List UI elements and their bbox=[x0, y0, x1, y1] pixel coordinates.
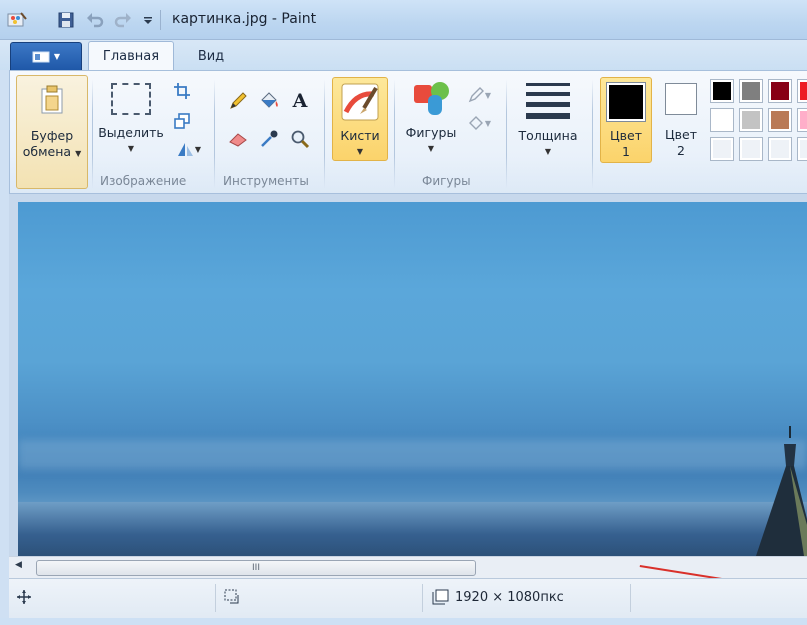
palette-color-swatch[interactable] bbox=[739, 137, 763, 161]
shapes-button[interactable]: Фигуры ▼ bbox=[400, 79, 462, 163]
scroll-left-icon[interactable]: ◀ bbox=[15, 560, 22, 570]
color1-swatch bbox=[606, 82, 646, 122]
image-group-label: Изображение bbox=[100, 174, 187, 188]
fill-shape-button[interactable]: ▼ bbox=[462, 111, 496, 135]
shapes-group-label: Фигуры bbox=[422, 174, 471, 188]
paint-menu-icon bbox=[32, 51, 50, 62]
cursor-position-icon bbox=[16, 589, 32, 608]
color2-button[interactable]: Цвет 2 bbox=[658, 79, 704, 163]
palette-color-swatch[interactable] bbox=[797, 137, 807, 161]
size-button[interactable]: Толщина ▼ bbox=[512, 79, 584, 163]
palette-color-swatch[interactable] bbox=[768, 108, 792, 132]
fill-icon[interactable] bbox=[257, 89, 281, 113]
group-separator bbox=[506, 79, 507, 189]
palette-color-swatch[interactable] bbox=[797, 108, 807, 132]
church-spire bbox=[756, 426, 807, 556]
chevron-down-icon: ▼ bbox=[484, 118, 492, 128]
palette-color-swatch[interactable] bbox=[739, 79, 763, 103]
crop-icon[interactable] bbox=[170, 79, 194, 103]
save-icon[interactable] bbox=[55, 9, 77, 31]
selection-size-icon bbox=[224, 589, 242, 608]
color-picker-icon[interactable] bbox=[257, 127, 281, 151]
title-separator bbox=[160, 10, 161, 30]
palette-color-swatch[interactable] bbox=[768, 137, 792, 161]
brushes-button[interactable]: Кисти ▼ bbox=[332, 77, 388, 161]
chevron-down-icon: ▼ bbox=[75, 149, 82, 158]
palette-color-swatch[interactable] bbox=[710, 108, 734, 132]
shapes-icon bbox=[414, 82, 449, 115]
outline-icon bbox=[468, 87, 484, 103]
size-icon bbox=[526, 81, 570, 119]
text-icon[interactable]: A bbox=[288, 89, 312, 113]
color2-label-line1: Цвет bbox=[664, 127, 698, 142]
chevron-down-icon: ▼ bbox=[356, 147, 364, 156]
chevron-down-icon: ▼ bbox=[127, 144, 135, 153]
shapes-label: Фигуры bbox=[405, 125, 457, 140]
clipboard-button[interactable]: Буфер обмена ▼ bbox=[16, 75, 88, 189]
group-separator bbox=[92, 79, 93, 189]
clipboard-label-line1: Буфер bbox=[30, 128, 74, 143]
select-label: Выделить bbox=[98, 125, 164, 140]
select-button[interactable]: Выделить ▼ bbox=[96, 79, 166, 159]
color1-label-line2: 1 bbox=[622, 144, 630, 159]
resize-icon[interactable] bbox=[170, 109, 194, 133]
select-icon bbox=[111, 83, 151, 115]
group-separator bbox=[214, 79, 215, 189]
group-separator bbox=[324, 79, 325, 189]
ribbon: Буфер обмена ▼ Выделить ▼ ▼ Изображение … bbox=[9, 70, 807, 194]
color2-swatch bbox=[665, 83, 697, 115]
rotate-button[interactable]: ▼ bbox=[170, 137, 206, 161]
paint-menu-button[interactable]: ▼ bbox=[10, 42, 82, 70]
image-size-icon bbox=[432, 589, 450, 608]
chevron-down-icon: ▼ bbox=[194, 144, 202, 154]
tab-view[interactable]: Вид bbox=[186, 41, 236, 71]
redo-icon[interactable] bbox=[112, 9, 134, 31]
color2-label-line2: 2 bbox=[677, 143, 685, 158]
palette-color-swatch[interactable] bbox=[797, 79, 807, 103]
palette-color-swatch[interactable] bbox=[710, 137, 734, 161]
group-separator bbox=[394, 79, 395, 189]
customize-qat-icon[interactable] bbox=[137, 9, 159, 31]
chevron-down-icon: ▼ bbox=[427, 144, 435, 153]
fill-shape-icon bbox=[468, 116, 483, 130]
image-canvas[interactable] bbox=[18, 202, 807, 556]
status-separator bbox=[630, 584, 631, 612]
image-size-text: 1920 × 1080пкс bbox=[455, 590, 564, 605]
pencil-icon[interactable] bbox=[226, 89, 250, 113]
chevron-down-icon: ▼ bbox=[484, 90, 492, 100]
rotate-icon bbox=[177, 143, 193, 156]
window-title: картинка.jpg - Paint bbox=[172, 11, 317, 27]
scroll-thumb[interactable]: III bbox=[36, 560, 476, 576]
palette-color-swatch[interactable] bbox=[739, 108, 763, 132]
coastline bbox=[18, 502, 807, 556]
brush-icon bbox=[341, 83, 379, 121]
undo-icon[interactable] bbox=[84, 9, 106, 31]
palette-color-swatch[interactable] bbox=[768, 79, 792, 103]
clipboard-icon bbox=[41, 85, 63, 114]
brushes-label: Кисти bbox=[340, 128, 380, 143]
tab-home[interactable]: Главная bbox=[88, 41, 174, 71]
magnifier-icon[interactable] bbox=[288, 127, 312, 151]
status-separator bbox=[215, 584, 216, 612]
outline-button[interactable]: ▼ bbox=[462, 83, 496, 107]
group-separator bbox=[592, 79, 593, 189]
status-separator bbox=[422, 584, 423, 612]
color1-button[interactable]: Цвет 1 bbox=[600, 77, 652, 163]
size-label: Толщина bbox=[518, 128, 578, 143]
chevron-down-icon: ▼ bbox=[544, 147, 552, 156]
tools-group-label: Инструменты bbox=[223, 174, 309, 188]
status-bar bbox=[9, 578, 807, 618]
chevron-down-icon: ▼ bbox=[53, 52, 61, 61]
color1-label-line1: Цвет bbox=[609, 128, 643, 143]
paint-app-icon[interactable] bbox=[6, 9, 28, 31]
palette-color-swatch[interactable] bbox=[710, 79, 734, 103]
clipboard-label-line2: обмена bbox=[22, 144, 72, 159]
grip-icon: III bbox=[252, 563, 260, 573]
eraser-icon[interactable] bbox=[226, 127, 250, 151]
